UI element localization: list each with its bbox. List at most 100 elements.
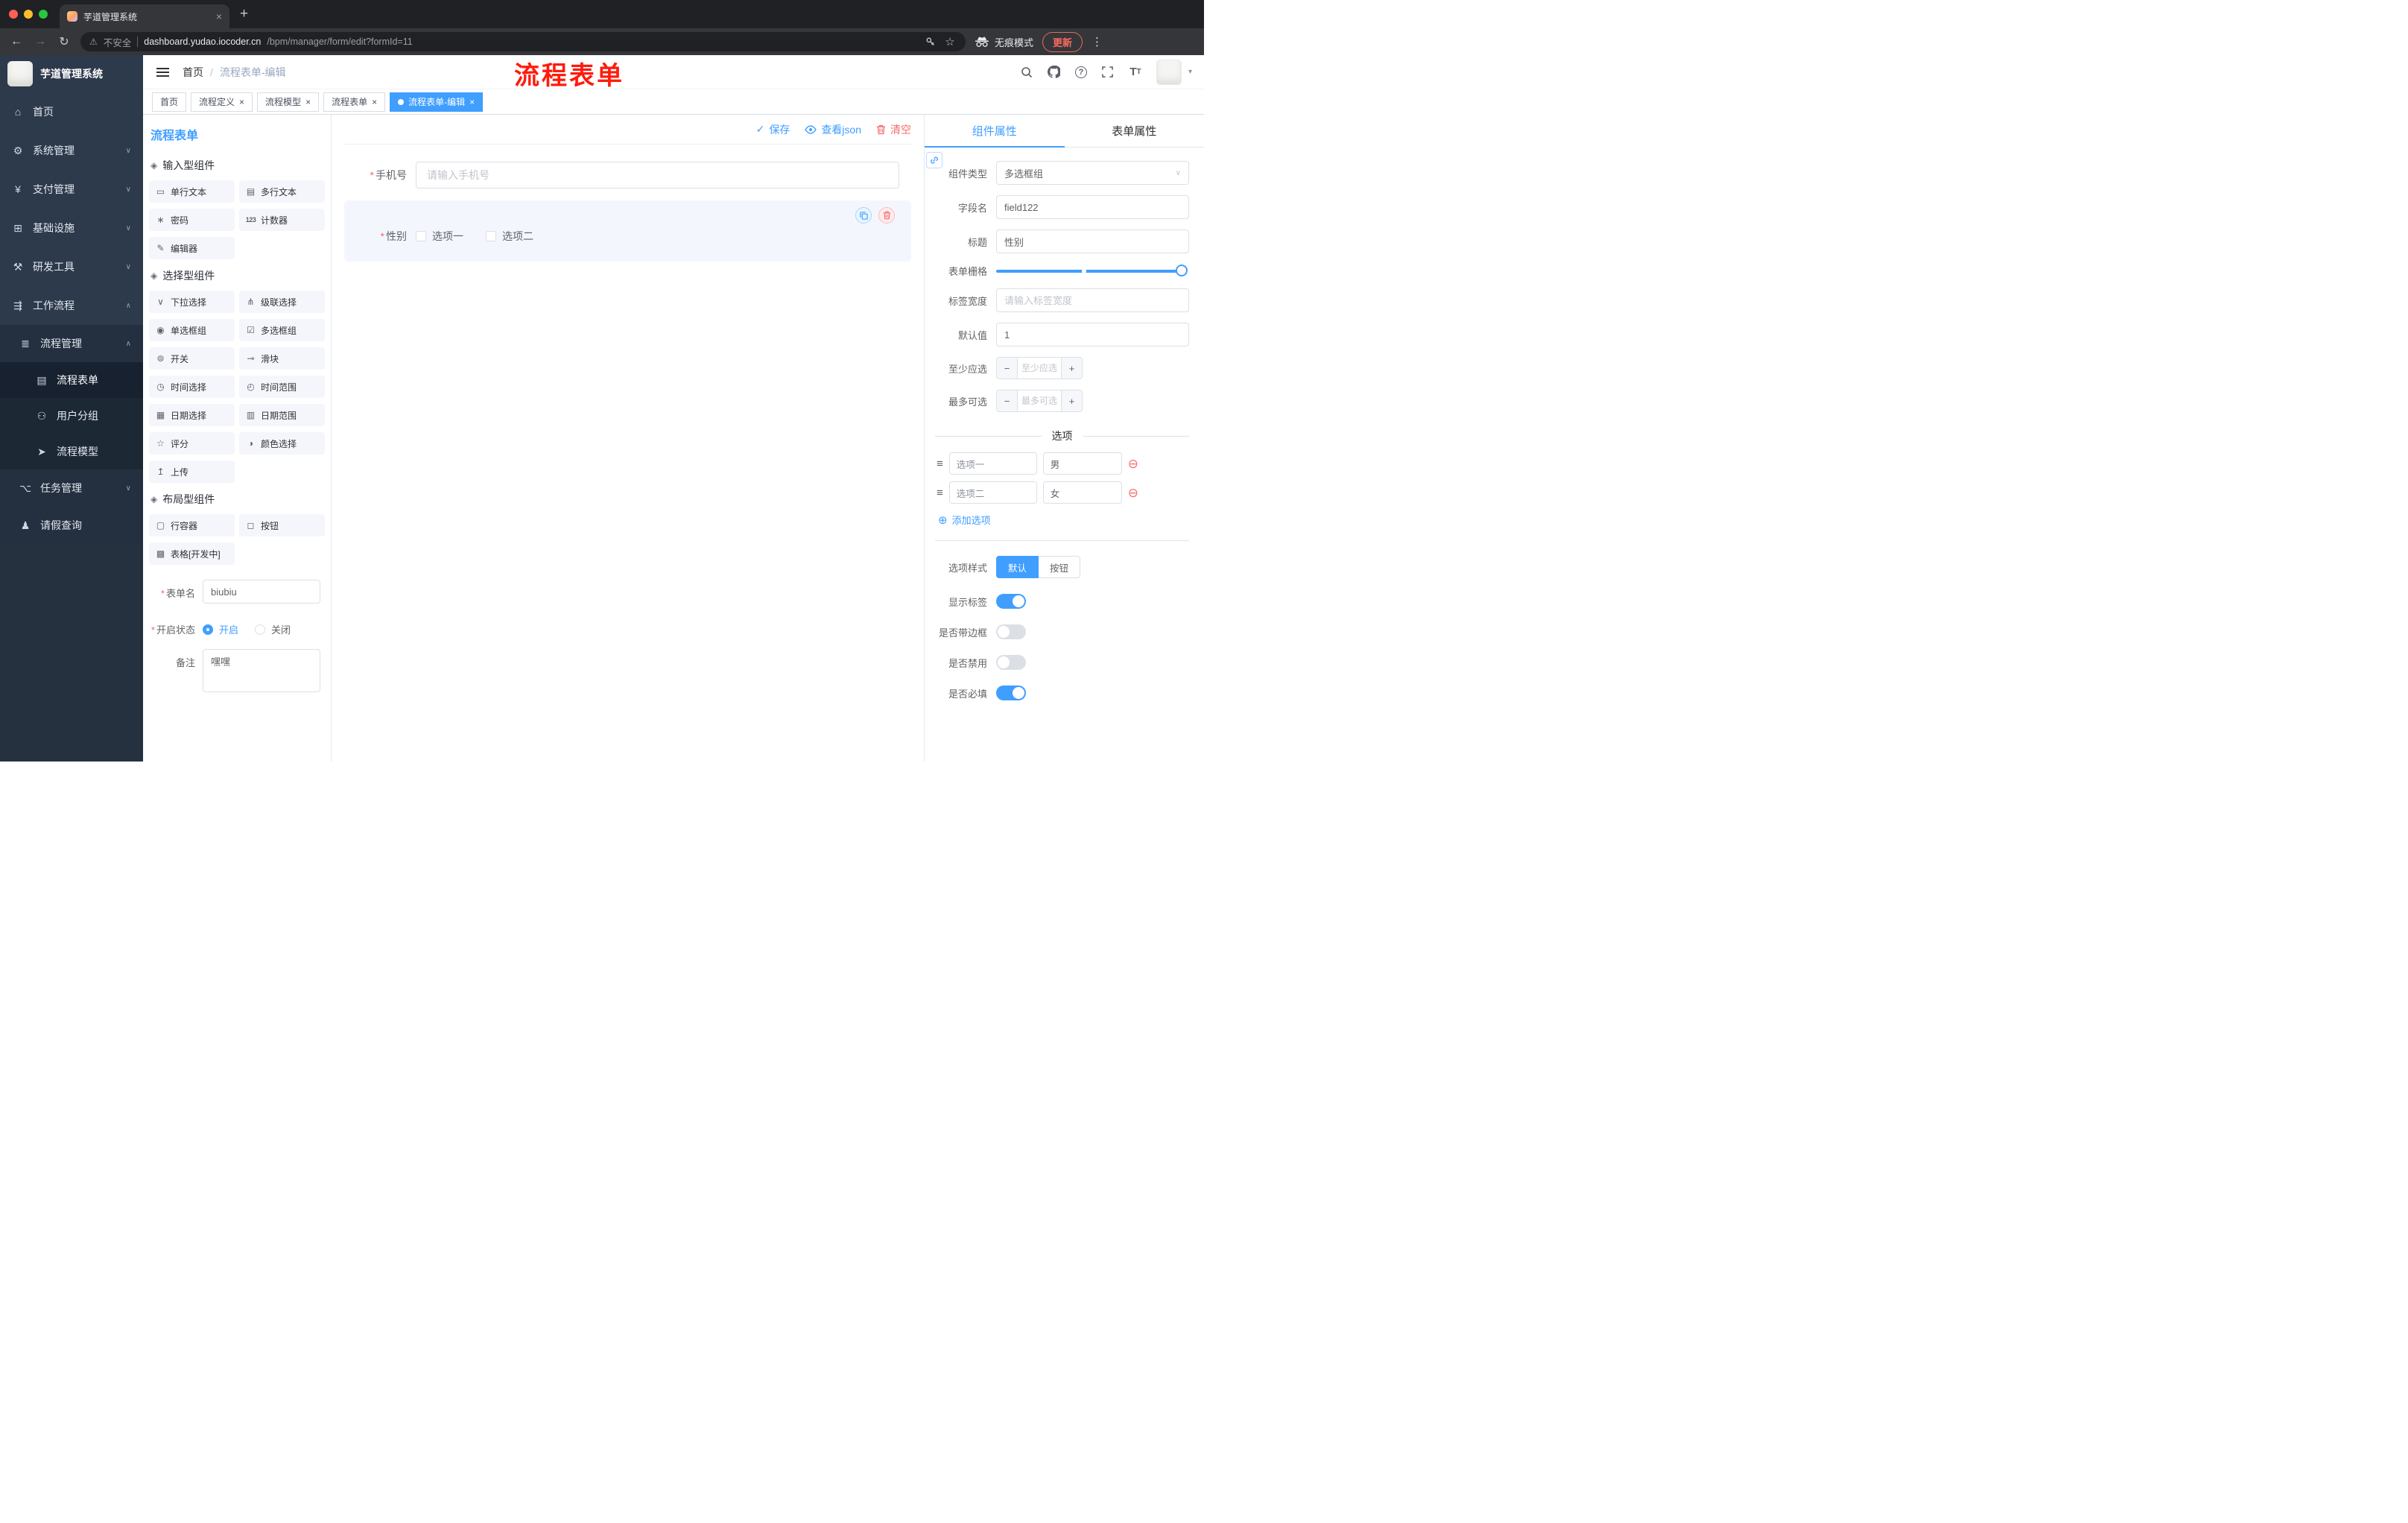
view-json-button[interactable]: 查看json [805,122,861,137]
maximize-window-button[interactable] [39,10,48,19]
palette-item-cascader[interactable]: ⋔ 级联选择 [239,291,325,313]
tag-process-model[interactable]: 流程模型 × [257,92,320,112]
plus-button[interactable]: + [1061,390,1082,411]
remove-option-icon[interactable]: ⊖ [1128,487,1138,499]
password-key-icon[interactable] [924,35,937,48]
checkbox-option-2[interactable] [486,231,496,241]
copy-widget-button[interactable] [855,207,872,224]
style-default-button[interactable]: 默认 [996,556,1039,578]
checkbox-option-1[interactable] [416,231,426,241]
form-remark-textarea[interactable]: 嘿嘿 [203,649,320,692]
sidebar-item-workflow[interactable]: ⇶ 工作流程 ∧ [0,286,143,325]
palette-item-upload[interactable]: ↥ 上传 [149,460,235,483]
close-window-button[interactable] [9,10,18,19]
reload-icon[interactable]: ↻ [57,34,72,49]
tag-home[interactable]: 首页 [152,92,187,112]
help-icon[interactable]: ? [1074,66,1087,78]
style-button-button[interactable]: 按钮 [1038,556,1081,578]
phone-input[interactable] [416,162,899,189]
palette-item-rate[interactable]: ☆ 评分 [149,432,235,455]
form-name-input[interactable] [203,580,320,604]
sidebar-item-task-management[interactable]: ⌥ 任务管理 ∨ [0,469,143,507]
slider-handle[interactable] [1176,264,1188,276]
breadcrumb-home[interactable]: 首页 [183,65,203,80]
radio-on[interactable] [203,624,213,635]
phone-field-row[interactable]: * 手机号 [344,162,911,189]
minimize-window-button[interactable] [24,10,33,19]
tab-form-props[interactable]: 表单属性 [1065,115,1205,147]
palette-item-date-picker[interactable]: ▦ 日期选择 [149,404,235,426]
sidebar-item-process-management[interactable]: ≣ 流程管理 ∧ [0,325,143,362]
palette-item-editor[interactable]: ✎ 编辑器 [149,237,235,259]
back-icon[interactable]: ← [9,35,24,48]
tag-close-icon[interactable]: × [305,97,311,107]
min-select-input[interactable] [1018,358,1061,379]
palette-item-color-picker[interactable]: ◑ 颜色选择 [239,432,325,455]
github-icon[interactable] [1048,66,1061,79]
tag-process-form[interactable]: 流程表单 × [323,92,386,112]
tag-process-form-edit[interactable]: 流程表单-编辑 × [390,92,484,112]
tab-close-icon[interactable]: × [216,10,222,22]
palette-item-row-container[interactable]: ▢ 行容器 [149,514,235,536]
palette-item-multi-text[interactable]: ▤ 多行文本 [239,180,325,203]
max-select-input[interactable] [1018,390,1061,411]
option-2-label-input[interactable] [948,481,1037,504]
checkbox-option-2-label[interactable]: 选项二 [502,229,533,244]
new-tab-button[interactable]: + [240,6,248,22]
drag-handle-icon[interactable]: ≡ [937,487,943,499]
search-icon[interactable] [1020,66,1033,79]
link-icon[interactable] [926,152,942,168]
plus-button[interactable]: + [1061,358,1082,379]
palette-item-date-range[interactable]: ▥ 日期范围 [239,404,325,426]
radio-on-label[interactable]: 开启 [219,622,238,636]
security-label[interactable]: 不安全 [104,35,132,49]
palette-item-checkbox-group[interactable]: ☑ 多选框组 [239,319,325,341]
add-option-button[interactable]: ⊕ 添加选项 [938,513,1189,527]
sidebar-item-payment[interactable]: ¥ 支付管理 ∨ [0,170,143,209]
remove-option-icon[interactable]: ⊖ [1128,457,1138,470]
font-size-icon[interactable]: TT [1129,66,1142,79]
checkbox-option-1-label[interactable]: 选项一 [432,229,463,244]
address-bar[interactable]: ⚠ 不安全 dashboard.yudao.iocoder.cn/bpm/man… [80,32,966,51]
avatar[interactable] [1156,59,1182,85]
field-name-input[interactable] [996,195,1189,219]
palette-item-counter[interactable]: 123 计数器 [239,209,325,231]
sidebar-item-process-form[interactable]: ▤ 流程表单 [0,362,143,398]
minus-button[interactable]: − [997,358,1018,379]
required-toggle[interactable] [996,685,1026,700]
avatar-caret-icon[interactable]: ▾ [1188,68,1192,76]
sidebar-item-user-groups[interactable]: ⚇ 用户分组 [0,398,143,434]
radio-off-label[interactable]: 关闭 [271,622,291,636]
delete-widget-button[interactable] [878,207,895,224]
option-1-label-input[interactable] [948,452,1037,475]
palette-item-radio-group[interactable]: ◉ 单选框组 [149,319,235,341]
sidebar-item-infrastructure[interactable]: ⊞ 基础设施 ∨ [0,209,143,247]
sidebar-item-leave-query[interactable]: ♟ 请假查询 [0,507,143,544]
forward-icon[interactable]: → [33,35,48,48]
drag-handle-icon[interactable]: ≡ [937,457,943,470]
selected-widget-gender[interactable]: * 性别 选项一 选项二 [344,200,911,262]
palette-item-time-range[interactable]: ◴ 时间范围 [239,376,325,398]
option-1-value-input[interactable] [1042,452,1122,475]
palette-item-switch[interactable]: ⊚ 开关 [149,347,235,370]
border-toggle[interactable] [996,624,1026,639]
palette-item-time-picker[interactable]: ◷ 时间选择 [149,376,235,398]
sidebar-item-system[interactable]: ⚙ 系统管理 ∨ [0,131,143,170]
palette-item-password[interactable]: ∗ 密码 [149,209,235,231]
radio-off[interactable] [255,624,266,635]
collapse-sidebar-icon[interactable] [156,67,169,77]
browser-menu-icon[interactable]: ⋮ [1091,35,1103,48]
show-label-toggle[interactable] [996,594,1026,609]
tag-close-icon[interactable]: × [239,97,244,107]
default-value-input[interactable] [996,323,1189,346]
palette-item-table[interactable]: ▩ 表格[开发中] [149,542,235,565]
clear-button[interactable]: 清空 [876,122,911,137]
update-button[interactable]: 更新 [1042,31,1083,52]
label-width-input[interactable] [996,288,1189,312]
minus-button[interactable]: − [997,390,1018,411]
palette-item-select[interactable]: ∨ 下拉选择 [149,291,235,313]
tag-process-definition[interactable]: 流程定义 × [191,92,253,112]
fullscreen-icon[interactable] [1101,66,1115,79]
bookmark-star-icon[interactable]: ☆ [943,35,957,48]
palette-item-single-text[interactable]: ▭ 单行文本 [149,180,235,203]
